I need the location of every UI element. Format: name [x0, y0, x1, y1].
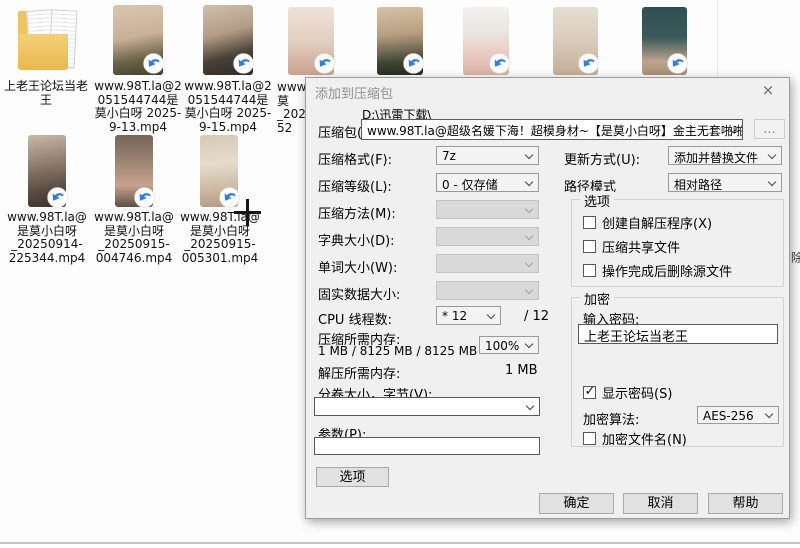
encryption-method-label: 加密算法:	[583, 409, 639, 428]
checkbox-unchecked[interactable]	[583, 240, 596, 253]
options-groupbox: 选项 创建自解压程序(X) 压缩共享文件 操作完成后删除源文件	[571, 199, 784, 287]
format-value: 7z	[442, 149, 456, 163]
crosshair-cursor	[234, 199, 261, 226]
checkbox-unchecked[interactable]	[583, 216, 596, 229]
clipped-label-fragment: 除	[791, 249, 800, 263]
password-value: 上老王论坛当老王	[584, 330, 688, 344]
checkbox-unchecked[interactable]	[583, 264, 596, 277]
chevron-down-icon[interactable]	[525, 177, 533, 185]
chevron-down-icon	[525, 231, 533, 239]
folder-front-icon	[18, 34, 68, 70]
cpu-threads-max: / 12	[524, 309, 549, 324]
parameters-input[interactable]	[314, 437, 540, 455]
chevron-down-icon[interactable]	[525, 150, 533, 158]
show-password-label: 显示密码(S)	[602, 383, 672, 402]
ok-button[interactable]: 确定	[539, 493, 614, 514]
update-mode-combobox[interactable]: 添加并替换文件	[668, 146, 782, 165]
background-window-edge	[717, 0, 718, 76]
format-combobox[interactable]: 7z	[436, 146, 539, 165]
delete-after-checkbox-row[interactable]: 操作完成后删除源文件	[583, 261, 732, 280]
archive-name-value: www.98T.la@超级名媛下海！超模身材~【是莫小白呀】金主无套啪啪 超级尤…	[367, 124, 743, 138]
chevron-down-icon[interactable]	[768, 177, 776, 185]
split-volume-combobox[interactable]	[314, 397, 540, 416]
encryption-method-value: AES-256	[703, 409, 754, 423]
password-input[interactable]: 上老王论坛当老王	[578, 324, 778, 344]
memory-percent-combobox[interactable]: 100%	[479, 336, 539, 354]
create-sfx-checkbox-row[interactable]: 创建自解压程序(X)	[583, 213, 712, 232]
path-mode-combobox[interactable]: 相对路径	[668, 173, 782, 192]
xunlei-arrow-icon	[489, 53, 510, 74]
xunlei-arrow-icon	[314, 53, 335, 74]
show-password-checkbox-row[interactable]: 显示密码(S)	[583, 383, 672, 402]
xunlei-arrow-icon	[134, 187, 155, 208]
cpu-threads-value: * 12	[442, 309, 467, 323]
chevron-down-icon	[525, 258, 533, 266]
options-group-title: 选项	[580, 191, 614, 210]
browse-button[interactable]: ...	[754, 119, 785, 139]
level-label: 压缩等级(L):	[318, 176, 392, 195]
dictionary-label: 字典大小(D):	[318, 230, 395, 249]
chevron-down-icon	[525, 204, 533, 212]
word-size-label: 单词大小(W):	[318, 257, 397, 276]
cpu-threads-label: CPU 线程数:	[318, 309, 392, 328]
cancel-button[interactable]: 取消	[623, 493, 698, 514]
xunlei-arrow-icon	[403, 53, 424, 74]
encrypt-filenames-checkbox-row[interactable]: 加密文件名(N)	[583, 429, 687, 448]
help-button[interactable]: 帮助	[708, 493, 783, 514]
xunlei-arrow-icon	[578, 53, 599, 74]
chevron-down-icon[interactable]	[526, 401, 534, 409]
xunlei-arrow-icon	[667, 53, 688, 74]
decompress-memory-label: 解压所需内存:	[318, 363, 400, 382]
update-mode-value: 添加并替换文件	[674, 151, 758, 165]
chevron-down-icon[interactable]	[525, 340, 533, 348]
options-button[interactable]: 选项	[316, 467, 389, 487]
video-file-label[interactable]: www.98T.la@2051544744是莫小白呀 2025-9-15.mp4	[184, 80, 272, 134]
delete-after-label: 操作完成后删除源文件	[602, 261, 732, 280]
chevron-down-icon[interactable]	[765, 410, 773, 418]
decompress-memory-value: 1 MB	[505, 363, 538, 378]
method-label: 压缩方法(M):	[318, 203, 396, 222]
encryption-method-combobox[interactable]: AES-256	[697, 406, 779, 424]
xunlei-arrow-icon	[233, 53, 254, 74]
solid-block-label: 固实数据大小:	[318, 284, 400, 303]
checkbox-unchecked[interactable]	[583, 432, 596, 445]
checkbox-checked[interactable]	[583, 386, 596, 399]
chevron-down-icon[interactable]	[768, 150, 776, 158]
xunlei-arrow-icon	[143, 53, 164, 74]
shared-files-checkbox-row[interactable]: 压缩共享文件	[583, 237, 680, 256]
xunlei-arrow-icon	[47, 187, 68, 208]
desktop-icon-folder[interactable]	[16, 8, 78, 74]
chevron-down-icon[interactable]	[487, 310, 495, 318]
archive-name-combobox[interactable]: www.98T.la@超级名媛下海！超模身材~【是莫小白呀】金主无套啪啪 超级尤…	[361, 119, 743, 140]
close-icon[interactable]: ×	[747, 78, 789, 102]
add-to-archive-dialog: 添加到压缩包 × 压缩包(A) D:\迅雷下载\ www.98T.la@超级名媛…	[305, 77, 790, 519]
shared-files-label: 压缩共享文件	[602, 237, 680, 256]
encrypt-filenames-label: 加密文件名(N)	[602, 429, 687, 448]
path-mode-value: 相对路径	[674, 178, 722, 192]
solid-block-combobox	[436, 281, 539, 300]
encryption-groupbox: 加密 输入密码: 上老王论坛当老王 显示密码(S) 加密算法: AES-256 …	[571, 297, 784, 447]
video-file-label[interactable]: www.98T.la@是莫小白呀_20250915-004746.mp4	[90, 211, 178, 265]
memory-percent-value: 100%	[485, 339, 519, 353]
cpu-threads-combobox[interactable]: * 12	[436, 306, 501, 325]
video-file-label[interactable]: www.98T.la@是莫小白呀_20250914-225344.mp4	[3, 211, 91, 265]
word-size-combobox	[436, 254, 539, 273]
level-combobox[interactable]: 0 - 仅存储	[436, 173, 539, 192]
update-mode-label: 更新方式(U):	[564, 149, 640, 168]
video-file-label[interactable]: www.98T.la@2051544744是莫小白呀 2025-9-13.mp4	[94, 80, 182, 134]
compress-memory-detail: 1 MB / 8125 MB / 8125 MB	[318, 344, 477, 358]
dialog-title: 添加到压缩包	[315, 83, 393, 102]
create-sfx-label: 创建自解压程序(X)	[602, 213, 712, 232]
dialog-titlebar[interactable]: 添加到压缩包 ×	[306, 78, 789, 102]
level-value: 0 - 仅存储	[442, 178, 498, 192]
folder-label[interactable]: 上老王论坛当老王	[2, 80, 90, 107]
chevron-down-icon	[525, 285, 533, 293]
method-combobox	[436, 200, 539, 219]
taskbar-strip	[0, 544, 800, 548]
encryption-group-title: 加密	[580, 289, 614, 308]
format-label: 压缩格式(F):	[318, 149, 392, 168]
dictionary-combobox	[436, 227, 539, 246]
